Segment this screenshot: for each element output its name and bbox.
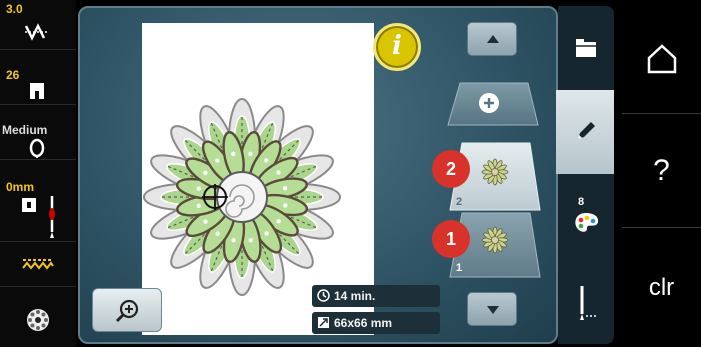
status-column: 3.0 26 Medium 0mm xyxy=(0,0,76,347)
layer-1-badge: 1 xyxy=(432,220,470,258)
pencil-icon xyxy=(578,122,595,139)
tension-value: Medium xyxy=(2,123,48,137)
design-size-display: 66x66 mm xyxy=(312,312,440,334)
clear-label: clr xyxy=(648,274,675,301)
sewing-time-display: 14 min. xyxy=(312,285,440,307)
feed-dog-status[interactable] xyxy=(0,242,76,287)
design-size-value: 66x66 mm xyxy=(334,316,393,330)
tension-icon xyxy=(29,138,45,158)
stitch-width-status[interactable]: 3.0 xyxy=(0,0,76,50)
feed-dog-icon xyxy=(22,259,54,270)
color-count: 8 xyxy=(578,196,585,208)
scroll-up-button[interactable] xyxy=(467,22,517,56)
arrow-up-icon xyxy=(487,35,499,43)
layer-2-thumbnail xyxy=(481,158,509,186)
embroider-icon xyxy=(580,286,598,320)
home-icon xyxy=(647,44,677,74)
info-icon: i xyxy=(392,31,402,61)
help-button[interactable]: ? xyxy=(622,114,701,228)
sewing-time-value: 14 min. xyxy=(334,289,376,303)
zoom-in-icon xyxy=(115,299,139,323)
layer-1-thumbnail xyxy=(481,226,509,254)
bobbin-icon xyxy=(27,309,49,331)
help-icon: ? xyxy=(653,154,670,187)
tab-embroider[interactable] xyxy=(558,258,614,344)
system-column: ? clr xyxy=(622,0,701,347)
layer-2-badge: 2 xyxy=(432,150,470,188)
info-button[interactable]: i xyxy=(373,23,421,71)
zoom-in-button[interactable] xyxy=(92,288,162,332)
home-button[interactable] xyxy=(622,0,701,114)
needle-position-icon xyxy=(22,196,55,238)
tab-selection[interactable] xyxy=(558,6,614,90)
bobbin-status[interactable] xyxy=(0,287,76,347)
layer-1-number: 1 xyxy=(456,262,463,274)
stitch-width-value: 3.0 xyxy=(6,2,23,16)
scroll-down-button[interactable] xyxy=(467,292,517,326)
tension-status[interactable]: Medium xyxy=(0,105,76,160)
presser-foot-status[interactable]: 26 xyxy=(0,50,76,105)
tab-edit[interactable] xyxy=(556,90,614,174)
presser-foot-icon xyxy=(30,83,44,99)
clear-button[interactable]: clr xyxy=(622,228,701,347)
layer-2-number: 2 xyxy=(456,196,463,208)
tab-color[interactable]: 8 xyxy=(558,174,614,258)
clock-icon xyxy=(317,289,330,302)
tab-column: 8 xyxy=(556,6,614,344)
plus-icon xyxy=(479,93,499,113)
arrow-down-icon xyxy=(487,306,499,314)
needle-position-value: 0mm xyxy=(6,180,35,194)
needle-position-status[interactable]: 0mm xyxy=(0,160,76,242)
stitch-width-icon xyxy=(24,23,49,41)
palette-icon xyxy=(575,213,599,232)
size-icon xyxy=(318,317,329,328)
folder-icon xyxy=(576,39,596,57)
presser-foot-value: 26 xyxy=(6,68,20,82)
